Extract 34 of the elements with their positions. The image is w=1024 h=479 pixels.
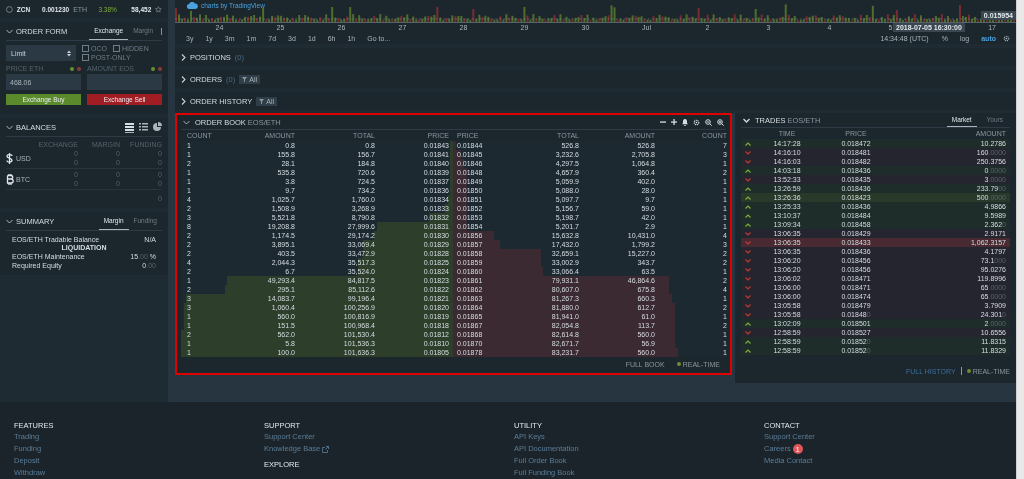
zoom-out-icon[interactable] — [705, 118, 712, 126]
list-view-icon[interactable] — [139, 121, 148, 133]
chevron-up-icon — [745, 141, 751, 146]
external-link-icon — [322, 445, 330, 453]
bell-icon[interactable] — [682, 118, 688, 126]
settings-icon[interactable] — [693, 118, 700, 126]
checkbox[interactable] — [82, 54, 89, 61]
chevron-right-icon — [181, 53, 186, 61]
chevron-down-icon — [745, 330, 751, 335]
zoom-in-icon[interactable] — [717, 118, 724, 126]
cloud-icon — [187, 2, 198, 9]
chevron-down-icon — [745, 177, 751, 182]
bitcoin-icon — [6, 173, 14, 185]
chevron-right-icon — [181, 97, 186, 105]
live-dot-icon — [966, 369, 971, 373]
chevron-down-icon[interactable] — [743, 117, 750, 123]
settings-icon[interactable] — [1003, 34, 1010, 42]
chevron-right-icon — [181, 75, 186, 83]
caret-icon — [67, 49, 71, 57]
filter-icon — [259, 98, 265, 104]
plus-icon[interactable] — [671, 119, 677, 125]
checkbox[interactable] — [112, 45, 120, 52]
live-dot-icon — [676, 362, 681, 366]
pie-chart-icon[interactable] — [153, 121, 162, 133]
marker-icon — [161, 27, 162, 35]
chevron-up-icon — [745, 321, 751, 326]
scrollbar[interactable] — [1016, 0, 1024, 479]
star-icon[interactable] — [155, 5, 162, 13]
checkbox[interactable] — [82, 45, 89, 52]
chevron-up-icon — [745, 168, 751, 173]
table-view-icon[interactable] — [125, 121, 134, 133]
filter-icon — [242, 76, 248, 82]
dollar-icon — [6, 152, 13, 164]
circle-icon[interactable] — [6, 5, 13, 13]
